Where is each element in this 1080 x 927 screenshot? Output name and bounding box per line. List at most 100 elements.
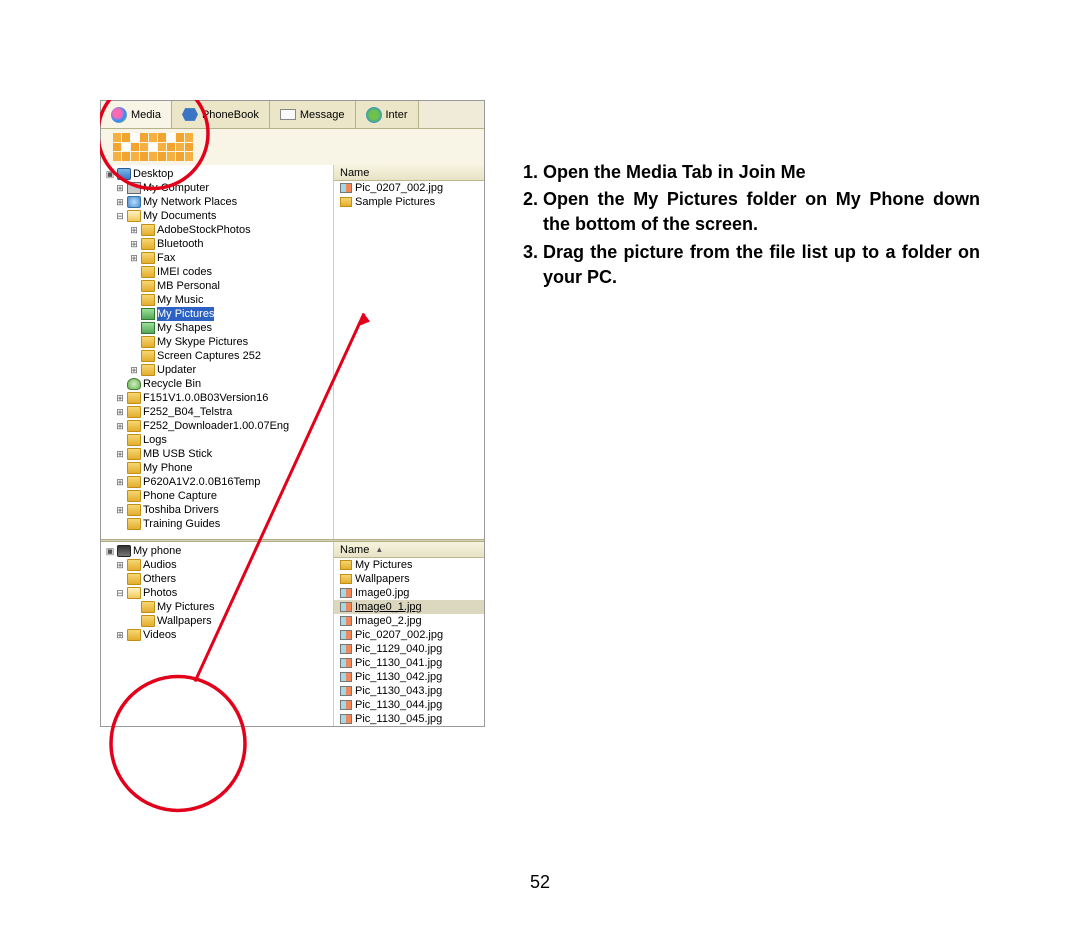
tree-label: Others — [143, 572, 176, 586]
file-name: Image0_1.jpg — [355, 601, 422, 613]
folder-icon — [127, 462, 141, 474]
tree-item[interactable]: My Shapes — [103, 321, 331, 335]
pc-folder-tree[interactable]: ▣Desktop⊞My Computer⊞My Network Places⊟M… — [101, 165, 334, 539]
tree-item[interactable]: Others — [103, 572, 331, 586]
tab-message[interactable]: Message — [270, 101, 356, 128]
tree-item[interactable]: ⊟Photos — [103, 586, 331, 600]
image-file-icon — [340, 602, 352, 612]
file-item[interactable]: Pic_0207_002.jpg — [334, 181, 484, 195]
tab-phonebook[interactable]: PhoneBook — [172, 101, 270, 128]
tree-root[interactable]: ▣Desktop — [103, 167, 331, 181]
phone-folder-tree[interactable]: ▣My phone⊞AudiosOthers⊟PhotosMy Pictures… — [101, 542, 334, 726]
tree-label: Bluetooth — [157, 237, 203, 251]
tree-item[interactable]: Logs — [103, 433, 331, 447]
tree-item[interactable]: ⊞Audios — [103, 558, 331, 572]
image-file-icon — [340, 686, 352, 696]
folder-icon — [141, 364, 155, 376]
file-name: Image0_2.jpg — [355, 615, 422, 627]
tree-item[interactable]: ⊟My Documents — [103, 209, 331, 223]
file-item[interactable]: My Pictures — [334, 558, 484, 572]
pc-pane: ▣Desktop⊞My Computer⊞My Network Places⊟M… — [101, 165, 484, 539]
tree-label: Training Guides — [143, 517, 220, 531]
file-item[interactable]: Wallpapers — [334, 572, 484, 586]
tree-item[interactable]: Training Guides — [103, 517, 331, 531]
tree-item[interactable]: Wallpapers — [103, 614, 331, 628]
folder-icon — [127, 490, 141, 502]
tab-inter[interactable]: Inter — [356, 101, 419, 128]
tree-item[interactable]: My Phone — [103, 461, 331, 475]
column-header-name[interactable]: Name — [334, 165, 484, 181]
tree-item[interactable]: My Pictures — [103, 600, 331, 614]
tree-item[interactable]: IMEI codes — [103, 265, 331, 279]
image-file-icon — [340, 658, 352, 668]
file-item[interactable]: Pic_1130_043.jpg — [334, 684, 484, 698]
tree-item[interactable]: ⊞Toshiba Drivers — [103, 503, 331, 517]
pc-file-list[interactable]: Name Pic_0207_002.jpgSample Pictures — [334, 165, 484, 539]
tree-item[interactable]: ⊞My Network Places — [103, 195, 331, 209]
folder-icon — [141, 336, 155, 348]
file-item[interactable]: Pic_1130_044.jpg — [334, 698, 484, 712]
file-item[interactable]: Image0_2.jpg — [334, 614, 484, 628]
folder-icon — [141, 350, 155, 362]
instruction-item: Open the Media Tab in Join Me — [543, 160, 980, 185]
tree-item[interactable]: Phone Capture — [103, 489, 331, 503]
tree-item[interactable]: ⊞Fax — [103, 251, 331, 265]
folder-icon — [127, 210, 141, 222]
tab-media[interactable]: Media — [101, 101, 172, 128]
tree-item[interactable]: ⊞AdobeStockPhotos — [103, 223, 331, 237]
tree-item[interactable]: Screen Captures 252 — [103, 349, 331, 363]
file-item[interactable]: Sample Pictures — [334, 195, 484, 209]
tree-item[interactable]: ⊞MB USB Stick — [103, 447, 331, 461]
folder-icon — [127, 559, 141, 571]
file-item[interactable]: Pic_1130_041.jpg — [334, 656, 484, 670]
folder-icon — [141, 252, 155, 264]
folder-icon — [127, 196, 141, 208]
folder-icon — [127, 504, 141, 516]
folder-icon — [141, 224, 155, 236]
folder-icon — [127, 378, 141, 390]
folder-icon — [127, 434, 141, 446]
tree-item[interactable]: ⊞F252_B04_Telstra — [103, 405, 331, 419]
image-file-icon — [340, 714, 352, 724]
tree-root[interactable]: ▣My phone — [103, 544, 331, 558]
tree-label: Fax — [157, 251, 175, 265]
palette-icon — [113, 133, 193, 161]
file-item[interactable]: Pic_1130_045.jpg — [334, 712, 484, 726]
phone-file-list[interactable]: Name ▲ My PicturesWallpapersImage0.jpgIm… — [334, 542, 484, 726]
column-header-name[interactable]: Name ▲ — [334, 542, 484, 558]
tree-item[interactable]: MB Personal — [103, 279, 331, 293]
tree-item[interactable]: ⊞Bluetooth — [103, 237, 331, 251]
folder-icon — [127, 587, 141, 599]
tree-label: F151V1.0.0B03Version16 — [143, 391, 268, 405]
file-item[interactable]: Pic_1129_040.jpg — [334, 642, 484, 656]
tree-item[interactable]: My Music — [103, 293, 331, 307]
tree-item[interactable]: ⊞Videos — [103, 628, 331, 642]
file-item[interactable]: Image0_1.jpg — [334, 600, 484, 614]
tree-label: Updater — [157, 363, 196, 377]
tree-item[interactable]: ⊞Updater — [103, 363, 331, 377]
folder-icon — [127, 476, 141, 488]
tree-item[interactable]: ⊞F151V1.0.0B03Version16 — [103, 391, 331, 405]
tree-label: My Pictures — [157, 307, 214, 321]
file-name: Pic_1130_041.jpg — [355, 657, 442, 669]
instructions-text: Open the Media Tab in Join MeOpen the My… — [515, 100, 980, 867]
tree-item[interactable]: ⊞P620A1V2.0.0B16Temp — [103, 475, 331, 489]
tree-item[interactable]: Recycle Bin — [103, 377, 331, 391]
tree-label: Photos — [143, 586, 177, 600]
tree-label: My Phone — [143, 461, 193, 475]
tree-item[interactable]: My Pictures — [103, 307, 331, 321]
file-item[interactable]: Image0.jpg — [334, 586, 484, 600]
folder-icon — [141, 308, 155, 320]
image-file-icon — [340, 588, 352, 598]
tab-bar: Media PhoneBookMessageInter — [101, 101, 484, 129]
file-name: Pic_0207_002.jpg — [355, 629, 443, 641]
folder-icon — [127, 406, 141, 418]
tree-label: Logs — [143, 433, 167, 447]
tree-item[interactable]: ⊞F252_Downloader1.00.07Eng — [103, 419, 331, 433]
tab-label: Media — [131, 109, 161, 121]
file-item[interactable]: Pic_0207_002.jpg — [334, 628, 484, 642]
file-item[interactable]: Pic_1130_042.jpg — [334, 670, 484, 684]
tree-item[interactable]: My Skype Pictures — [103, 335, 331, 349]
tree-item[interactable]: ⊞My Computer — [103, 181, 331, 195]
tree-label: IMEI codes — [157, 265, 212, 279]
